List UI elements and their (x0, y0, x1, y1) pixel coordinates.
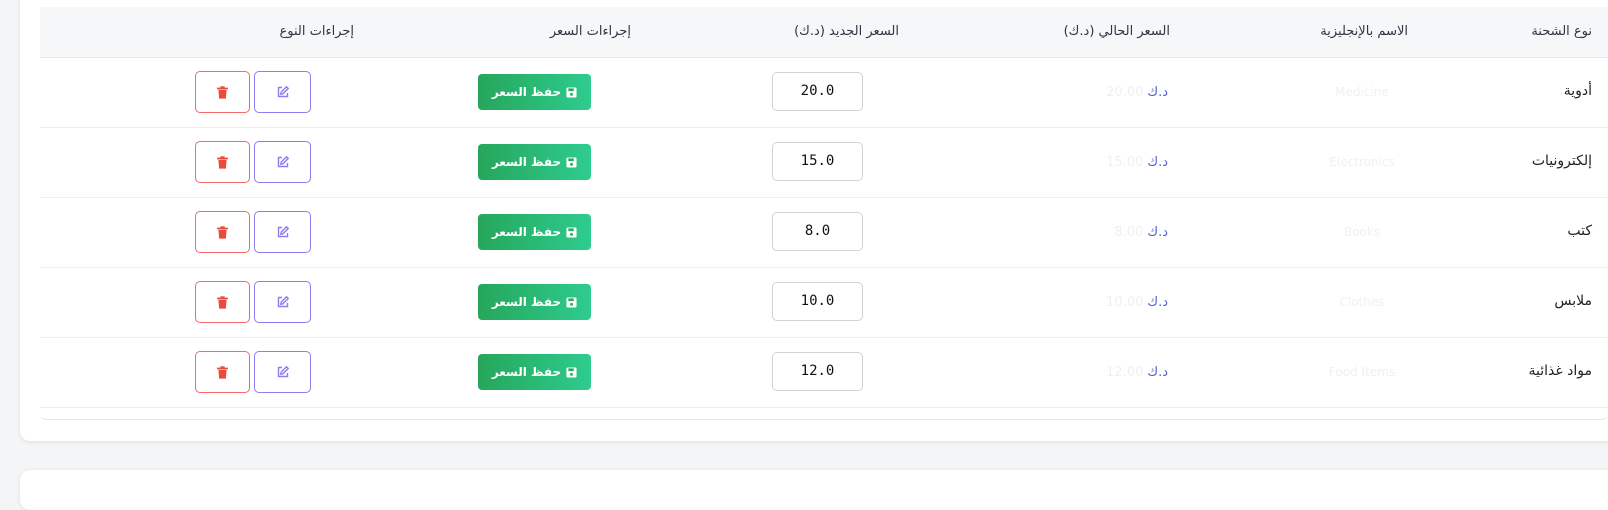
currency-label: د.ك (1147, 295, 1168, 310)
header-english-name: الاسم بالإنجليزية (1320, 24, 1408, 39)
save-price-button[interactable]: حفظ السعر (478, 144, 591, 180)
new-price-input[interactable] (772, 212, 863, 251)
table-row: ملابس Clothes 10.00د.ك حفظ السعر (40, 267, 1608, 338)
currency-label: د.ك (1147, 155, 1168, 170)
header-type: نوع الشحنة (1531, 24, 1592, 39)
floppy-disk-icon (566, 86, 577, 98)
trash-icon (217, 225, 228, 239)
type-name: أدوية (1563, 83, 1592, 99)
current-price: 8.00 د.ك (1068, 225, 1168, 240)
english-name: Medicine (1335, 85, 1389, 99)
trash-icon (217, 295, 228, 309)
current-price-value: 20.00 (1106, 85, 1144, 100)
trash-icon (217, 85, 228, 99)
english-name: Food Items (1328, 365, 1396, 379)
floppy-disk-icon (566, 366, 577, 378)
shipment-types-table: نوع الشحنة الاسم بالإنجليزية السعر الحال… (40, 7, 1608, 420)
edit-type-button[interactable] (254, 351, 311, 393)
pencil-square-icon (277, 365, 289, 378)
english-name: Clothes (1339, 295, 1385, 309)
save-price-label: حفظ السعر (491, 225, 562, 239)
type-name: ملابس (1554, 293, 1592, 309)
table-row: كتب Books 8.00د.ك حفظ السعر (40, 197, 1608, 268)
edit-type-button[interactable] (254, 141, 311, 183)
floppy-disk-icon (566, 226, 577, 238)
pencil-square-icon (277, 155, 289, 168)
type-name: إلكترونيات (1531, 153, 1592, 169)
table-row: إلكترونيات Electronics 15.00د.ك حفظ السع… (40, 127, 1608, 198)
table-row: أدوية Medicine 20.00د.ك حفظ السعر (40, 57, 1608, 128)
currency-label: د.ك (1147, 365, 1168, 380)
current-price: 15.00 د.ك (1068, 155, 1168, 170)
edit-type-button[interactable] (254, 71, 311, 113)
new-price-input[interactable] (772, 142, 863, 181)
current-price-value: 15.00 (1106, 155, 1144, 170)
save-price-button[interactable]: حفظ السعر (478, 354, 591, 390)
header-new-price: السعر الجديد (د.ك) (794, 24, 899, 39)
floppy-disk-icon (566, 156, 577, 168)
delete-type-button[interactable] (195, 281, 250, 323)
currency-label: د.ك (1147, 225, 1168, 240)
edit-type-button[interactable] (254, 281, 311, 323)
floppy-disk-icon (566, 296, 577, 308)
pencil-square-icon (277, 225, 289, 238)
table-header: نوع الشحنة الاسم بالإنجليزية السعر الحال… (40, 7, 1608, 58)
pencil-square-icon (277, 295, 289, 308)
trash-icon (217, 365, 228, 379)
new-price-input[interactable] (772, 352, 863, 391)
current-price: 10.00 د.ك (1068, 295, 1168, 310)
current-price: 20.00 د.ك (1068, 85, 1168, 100)
delete-type-button[interactable] (195, 351, 250, 393)
save-price-button[interactable]: حفظ السعر (478, 284, 591, 320)
header-current-price: السعر الحالي (د.ك) (1063, 24, 1170, 39)
new-price-input[interactable] (772, 72, 863, 111)
trash-icon (217, 155, 228, 169)
current-price-value: 10.00 (1106, 295, 1144, 310)
delete-type-button[interactable] (195, 211, 250, 253)
currency-label: د.ك (1147, 85, 1168, 100)
save-price-label: حفظ السعر (491, 85, 562, 99)
next-card (20, 470, 1608, 510)
new-price-input[interactable] (772, 282, 863, 321)
current-price-value: 8.00 (1114, 225, 1144, 240)
table-row: مواد غذائية Food Items 12.00د.ك حفظ السع… (40, 337, 1608, 408)
type-name: مواد غذائية (1528, 363, 1593, 379)
delete-type-button[interactable] (195, 141, 250, 183)
current-price: 12.00 د.ك (1068, 365, 1168, 380)
header-type-actions: إجراءات النوع (279, 24, 355, 39)
save-price-label: حفظ السعر (491, 365, 562, 379)
save-price-button[interactable]: حفظ السعر (478, 214, 591, 250)
current-price-value: 12.00 (1106, 365, 1144, 380)
english-name: Books (1343, 225, 1381, 239)
english-name: Electronics (1329, 155, 1395, 169)
save-price-label: حفظ السعر (491, 295, 562, 309)
delete-type-button[interactable] (195, 71, 250, 113)
save-price-button[interactable]: حفظ السعر (478, 74, 591, 110)
header-price-actions: إجراءات السعر (549, 24, 631, 39)
pencil-square-icon (277, 85, 289, 98)
edit-type-button[interactable] (254, 211, 311, 253)
type-name: كتب (1567, 223, 1592, 239)
save-price-label: حفظ السعر (491, 155, 562, 169)
